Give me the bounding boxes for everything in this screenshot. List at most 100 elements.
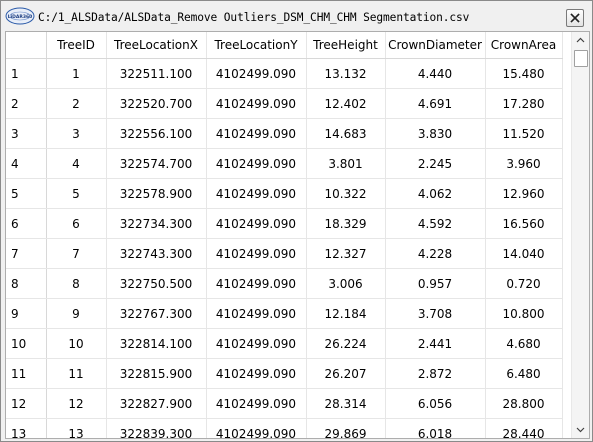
cell-treeid[interactable]: 3 — [46, 118, 107, 149]
row-number[interactable]: 7 — [6, 238, 47, 269]
cell-treeheight[interactable]: 14.683 — [306, 118, 386, 149]
cell-treelocationx[interactable]: 322814.100 — [106, 328, 207, 359]
table-row[interactable]: 12 12 322827.900 4102499.090 28.314 6.056 28.8… — [6, 388, 563, 419]
cell-treeid[interactable]: 1 — [46, 58, 107, 89]
table-row[interactable]: 10 10 322814.100 4102499.090 26.224 2.441 4.68… — [6, 328, 563, 359]
cell-treeheight[interactable]: 28.314 — [306, 388, 386, 419]
column-header-crownarea[interactable]: CrownArea — [485, 32, 563, 59]
cell-crownarea[interactable]: 12.960 — [485, 178, 563, 209]
cell-crownarea[interactable]: 3.960 — [485, 148, 563, 179]
cell-treelocationx[interactable]: 322734.300 — [106, 208, 207, 239]
cell-treelocationy[interactable]: 4102499.090 — [206, 268, 307, 299]
cell-crowndiameter[interactable]: 0.957 — [385, 268, 486, 299]
table-row[interactable]: 3 3 322556.100 4102499.090 14.683 3.830 11.520 — [6, 118, 563, 149]
cell-treeheight[interactable]: 12.184 — [306, 298, 386, 329]
cell-treeheight[interactable]: 3.801 — [306, 148, 386, 179]
cell-treelocationx[interactable]: 322578.900 — [106, 178, 207, 209]
row-number[interactable]: 3 — [6, 118, 47, 149]
cell-treelocationy[interactable]: 4102499.090 — [206, 88, 307, 119]
cell-crowndiameter[interactable]: 3.708 — [385, 298, 486, 329]
cell-crownarea[interactable]: 14.040 — [485, 238, 563, 269]
table-row[interactable]: 7 7 322743.300 4102499.090 12.327 4.228 14.040 — [6, 238, 563, 269]
row-number[interactable]: 9 — [6, 298, 47, 329]
cell-treeheight[interactable]: 29.869 — [306, 418, 386, 438]
row-number[interactable]: 8 — [6, 268, 47, 299]
cell-treeid[interactable]: 13 — [46, 418, 107, 438]
table-row[interactable]: 11 11 322815.900 4102499.090 26.207 2.872 6.48… — [6, 358, 563, 389]
cell-treeid[interactable]: 6 — [46, 208, 107, 239]
cell-crowndiameter[interactable]: 4.691 — [385, 88, 486, 119]
cell-treeheight[interactable]: 26.207 — [306, 358, 386, 389]
title-bar[interactable]: LiDAR360 C:/1_ALSData/ALSData_Remove Out… — [1, 1, 592, 29]
column-header-treeheight[interactable]: TreeHeight — [306, 32, 386, 59]
cell-crownarea[interactable]: 28.800 — [485, 388, 563, 419]
cell-treeid[interactable]: 7 — [46, 238, 107, 269]
vertical-scrollbar[interactable] — [571, 32, 589, 438]
row-number[interactable]: 13 — [6, 418, 47, 438]
cell-crowndiameter[interactable]: 2.245 — [385, 148, 486, 179]
cell-treeid[interactable]: 2 — [46, 88, 107, 119]
column-header-treelocationx[interactable]: TreeLocationX — [106, 32, 207, 59]
cell-treelocationx[interactable]: 322743.300 — [106, 238, 207, 269]
cell-treeheight[interactable]: 26.224 — [306, 328, 386, 359]
table-row[interactable]: 9 9 322767.300 4102499.090 12.184 3.708 10.800 — [6, 298, 563, 329]
cell-crowndiameter[interactable]: 2.872 — [385, 358, 486, 389]
cell-treelocationy[interactable]: 4102499.090 — [206, 358, 307, 389]
close-button[interactable] — [566, 9, 584, 27]
cell-treelocationx[interactable]: 322574.700 — [106, 148, 207, 179]
corner-cell[interactable] — [6, 32, 47, 59]
cell-crowndiameter[interactable]: 3.830 — [385, 118, 486, 149]
cell-treeid[interactable]: 11 — [46, 358, 107, 389]
cell-crowndiameter[interactable]: 6.056 — [385, 388, 486, 419]
cell-crowndiameter[interactable]: 4.228 — [385, 238, 486, 269]
cell-crowndiameter[interactable]: 4.440 — [385, 58, 486, 89]
cell-treeheight[interactable]: 18.329 — [306, 208, 386, 239]
column-header-treelocationy[interactable]: TreeLocationY — [206, 32, 307, 59]
table-row[interactable]: 4 4 322574.700 4102499.090 3.801 2.245 3.960 — [6, 148, 563, 179]
cell-treeheight[interactable]: 12.402 — [306, 88, 386, 119]
cell-treelocationy[interactable]: 4102499.090 — [206, 388, 307, 419]
cell-treeheight[interactable]: 12.327 — [306, 238, 386, 269]
cell-treelocationx[interactable]: 322556.100 — [106, 118, 207, 149]
cell-crownarea[interactable]: 15.480 — [485, 58, 563, 89]
cell-treelocationy[interactable]: 4102499.090 — [206, 328, 307, 359]
row-number[interactable]: 5 — [6, 178, 47, 209]
cell-treeid[interactable]: 4 — [46, 148, 107, 179]
cell-treeid[interactable]: 8 — [46, 268, 107, 299]
cell-treelocationx[interactable]: 322839.300 — [106, 418, 207, 438]
cell-treelocationy[interactable]: 4102499.090 — [206, 148, 307, 179]
cell-crownarea[interactable]: 0.720 — [485, 268, 563, 299]
cell-crownarea[interactable]: 16.560 — [485, 208, 563, 239]
cell-treeheight[interactable]: 10.322 — [306, 178, 386, 209]
table-row[interactable]: 8 8 322750.500 4102499.090 3.006 0.957 0.720 — [6, 268, 563, 299]
cell-treelocationy[interactable]: 4102499.090 — [206, 208, 307, 239]
cell-crowndiameter[interactable]: 2.441 — [385, 328, 486, 359]
row-number[interactable]: 10 — [6, 328, 47, 359]
cell-treelocationy[interactable]: 4102499.090 — [206, 118, 307, 149]
scroll-up-arrow-icon[interactable] — [572, 32, 589, 49]
cell-crownarea[interactable]: 6.480 — [485, 358, 563, 389]
cell-treeid[interactable]: 5 — [46, 178, 107, 209]
table-row[interactable]: 5 5 322578.900 4102499.090 10.322 4.062 12.960 — [6, 178, 563, 209]
row-number[interactable]: 12 — [6, 388, 47, 419]
table-row[interactable]: 2 2 322520.700 4102499.090 12.402 4.691 17.280 — [6, 88, 563, 119]
cell-treelocationx[interactable]: 322827.900 — [106, 388, 207, 419]
cell-crowndiameter[interactable]: 4.592 — [385, 208, 486, 239]
cell-treeid[interactable]: 10 — [46, 328, 107, 359]
cell-treelocationy[interactable]: 4102499.090 — [206, 238, 307, 269]
cell-treelocationy[interactable]: 4102499.090 — [206, 298, 307, 329]
table-row[interactable]: 1 1 322511.100 4102499.090 13.132 4.440 15.480 — [6, 58, 563, 89]
cell-treelocationx[interactable]: 322520.700 — [106, 88, 207, 119]
cell-crownarea[interactable]: 28.440 — [485, 418, 563, 438]
cell-treelocationx[interactable]: 322767.300 — [106, 298, 207, 329]
cell-crownarea[interactable]: 11.520 — [485, 118, 563, 149]
cell-treelocationy[interactable]: 4102499.090 — [206, 178, 307, 209]
cell-treeid[interactable]: 12 — [46, 388, 107, 419]
cell-crowndiameter[interactable]: 4.062 — [385, 178, 486, 209]
scroll-down-arrow-icon[interactable] — [572, 421, 589, 438]
cell-crownarea[interactable]: 4.680 — [485, 328, 563, 359]
scroll-thumb[interactable] — [574, 50, 588, 67]
row-number[interactable]: 1 — [6, 58, 47, 89]
row-number[interactable]: 2 — [6, 88, 47, 119]
table-row[interactable]: 13 13 322839.300 4102499.090 29.869 6.018 28.4… — [6, 418, 563, 438]
